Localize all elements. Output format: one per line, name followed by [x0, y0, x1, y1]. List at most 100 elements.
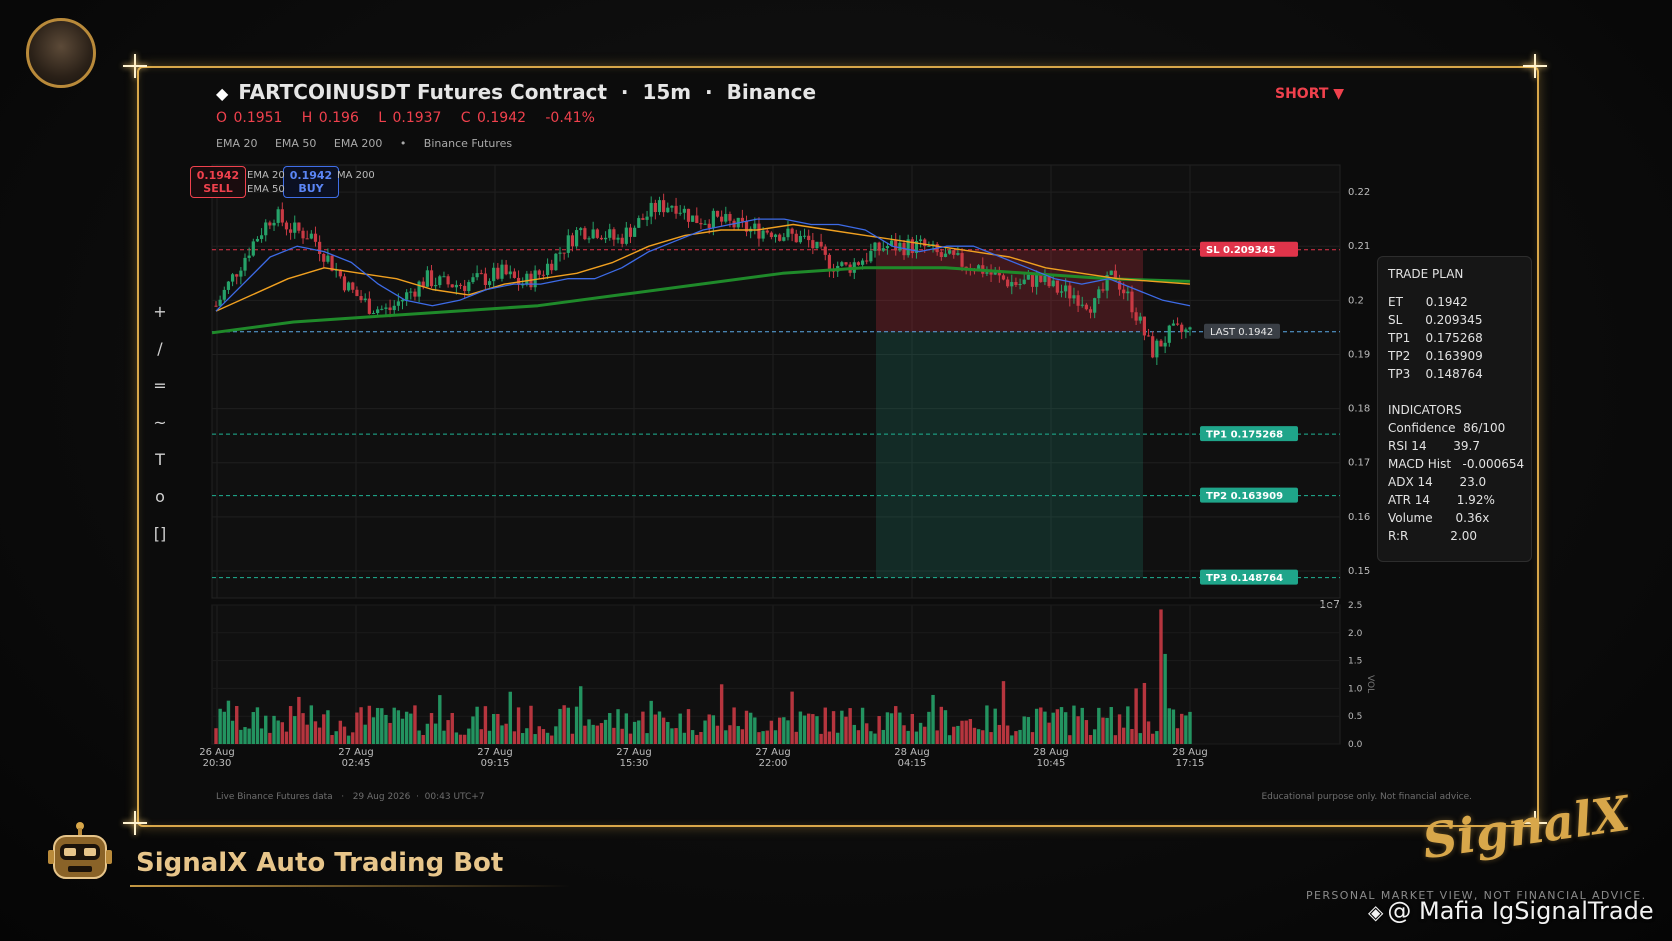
- candle: [226, 281, 231, 290]
- candle: [707, 223, 711, 229]
- volume-bar: [1001, 681, 1006, 744]
- volume-bar: [483, 706, 488, 744]
- volume-bar: [1146, 721, 1151, 744]
- volume-tick-label: 0.0: [1348, 740, 1363, 750]
- candle: [612, 229, 616, 240]
- candle: [633, 227, 637, 237]
- candle: [811, 240, 815, 249]
- candle: [645, 216, 649, 220]
- candle: [798, 236, 802, 243]
- volume-bar: [297, 696, 301, 744]
- candle: [840, 262, 844, 266]
- candle: [413, 291, 417, 297]
- buy-label: BUY: [298, 182, 324, 195]
- volume-bar: [458, 734, 463, 744]
- indicator-rr: R:R 2.00: [1388, 529, 1478, 543]
- candle: [989, 272, 993, 275]
- volume-bar: [375, 707, 380, 744]
- crosshair-tool[interactable]: +: [152, 302, 168, 339]
- volume-bar: [1063, 712, 1068, 744]
- volume-bar: [703, 720, 707, 744]
- sell-label: SELL: [203, 182, 233, 195]
- data-source-note: Live Binance Futures data · 29 Aug 2026 …: [216, 792, 485, 802]
- candle: [1151, 336, 1155, 358]
- volume-bar: [628, 733, 633, 744]
- volume-bar: [620, 728, 624, 744]
- volume-bar: [811, 714, 815, 744]
- volume-bar: [425, 723, 430, 744]
- volume-bar: [1010, 735, 1014, 744]
- volume-bar: [545, 732, 550, 744]
- candle: [869, 250, 873, 262]
- volume-bar: [981, 730, 985, 744]
- candle: [985, 272, 989, 274]
- candle: [724, 214, 728, 222]
- volume-bar: [902, 725, 906, 744]
- text-tool[interactable]: T: [152, 450, 168, 487]
- candle: [463, 285, 467, 292]
- volume-bar: [952, 726, 956, 744]
- volume-bar: [1068, 735, 1072, 744]
- indicator-volume: Volume 0.36x: [1388, 511, 1490, 525]
- rectangle-tool[interactable]: []: [152, 524, 168, 561]
- candle: [1006, 279, 1010, 287]
- parallel-lines-tool[interactable]: =: [152, 376, 168, 413]
- volume-bar: [239, 729, 243, 744]
- volume-bar: [301, 713, 305, 744]
- candle: [1059, 291, 1064, 293]
- candle: [819, 241, 823, 247]
- price-tick-label: 0.22: [1348, 187, 1370, 198]
- candle: [297, 222, 301, 231]
- candle: [769, 232, 773, 238]
- candle: [662, 200, 666, 213]
- candle: [674, 205, 678, 214]
- volume-bar: [1018, 729, 1022, 744]
- volume-bar: [935, 730, 939, 744]
- candle: [235, 274, 239, 277]
- candle: [865, 260, 869, 262]
- volume-bar: [678, 713, 682, 744]
- robot-icon: [48, 822, 112, 879]
- volume-bar: [1184, 715, 1188, 744]
- volume-bar: [230, 720, 235, 744]
- volume-bar: [649, 700, 653, 744]
- candle: [1134, 312, 1138, 321]
- volume-bar: [467, 728, 471, 744]
- volume-bar: [442, 730, 446, 744]
- candle: [554, 253, 558, 271]
- candle: [272, 222, 276, 226]
- brush-tool[interactable]: ~: [152, 413, 168, 450]
- volume-bar: [769, 720, 774, 744]
- candle: [214, 305, 218, 307]
- volume-axis-label: VOL: [1365, 675, 1375, 693]
- volume-bar: [1171, 709, 1176, 744]
- volume-bar: [699, 732, 703, 744]
- candle: [500, 264, 504, 279]
- volume-bar: [1163, 653, 1167, 744]
- candle: [856, 262, 861, 265]
- candle: [367, 298, 371, 314]
- candle: [1064, 285, 1068, 292]
- volume-bar: [881, 729, 885, 744]
- volume-bar: [334, 731, 338, 744]
- trendline-tool[interactable]: /: [152, 339, 168, 376]
- volume-bar: [392, 707, 396, 744]
- candle: [604, 237, 608, 240]
- candle: [583, 228, 587, 240]
- candle: [952, 250, 956, 255]
- candle: [326, 255, 330, 262]
- candle: [939, 252, 943, 257]
- bot-underline: [130, 885, 570, 887]
- candle: [761, 230, 765, 239]
- volume-bar: [682, 732, 687, 744]
- candle: [894, 240, 898, 251]
- volume-bar: [1155, 731, 1159, 744]
- candle: [363, 298, 367, 301]
- candle: [823, 246, 827, 255]
- circle-tool[interactable]: o: [152, 487, 168, 524]
- candle: [753, 223, 757, 229]
- volume-bar: [309, 705, 314, 744]
- sell-button[interactable]: 0.1942 SELL: [190, 166, 246, 198]
- volume-bar: [305, 724, 309, 744]
- buy-button[interactable]: 0.1942 BUY: [283, 166, 339, 198]
